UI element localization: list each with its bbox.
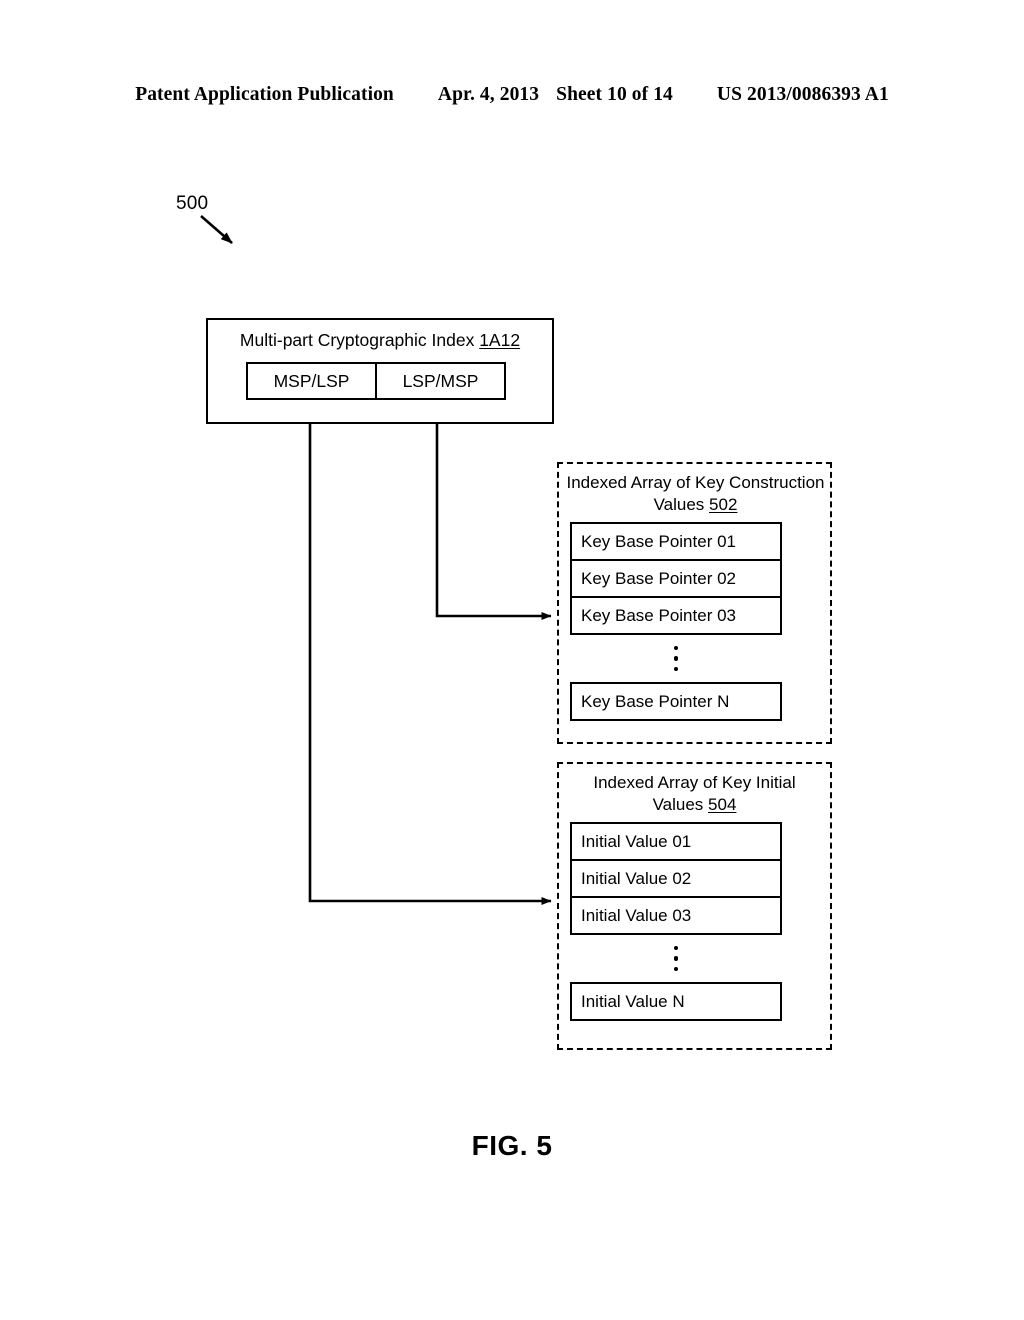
- key-initial-vertical-ellipsis-icon: [570, 935, 782, 982]
- initial-value-01-cell: Initial Value 01: [570, 822, 782, 861]
- ellipsis-dot: [673, 666, 679, 672]
- crypto-part-msp-lsp: MSP/LSP: [246, 362, 377, 400]
- key-construction-ref-number: 502: [709, 495, 738, 514]
- indexed-array-of-key-initial-values-group: Indexed Array of Key Initial Values 504 …: [557, 762, 832, 1050]
- key-construction-title-line2: Values: [653, 495, 710, 514]
- key-initial-cell-stack: Initial Value 01 Initial Value 02 Initia…: [570, 822, 782, 1021]
- connector-lsp-msp-to-key-construction: [435, 398, 552, 620]
- key-initial-ref-number: 504: [708, 795, 737, 814]
- crypto-index-ref-number: 1A12: [479, 330, 521, 350]
- ellipsis-dot: [673, 656, 679, 661]
- multi-part-cryptographic-index-box: Multi-part Cryptographic Index 1A12 MSP/…: [206, 318, 554, 424]
- initial-value-03-cell: Initial Value 03: [570, 896, 782, 935]
- crypto-index-parts-row: MSP/LSP LSP/MSP: [246, 362, 506, 400]
- initial-value-n-cell: Initial Value N: [570, 982, 782, 1021]
- figure-caption: FIG. 5: [471, 1130, 553, 1161]
- connector-msp-lsp-to-key-initial: [308, 398, 552, 905]
- figure-500-diagram: 500 Multi-part Cryptographic Index 1A12 …: [0, 0, 1024, 1320]
- key-initial-array-title: Indexed Array of Key Initial Values 504: [559, 772, 830, 816]
- key-base-pointer-01-cell: Key Base Pointer 01: [570, 522, 782, 561]
- indexed-array-of-key-construction-values-group: Indexed Array of Key Construction Values…: [557, 462, 832, 744]
- ellipsis-dot: [673, 956, 679, 961]
- key-base-pointer-03-cell: Key Base Pointer 03: [570, 596, 782, 635]
- crypto-index-title-text: Multi-part Cryptographic Index: [239, 330, 480, 350]
- figure-reference-500: 500: [176, 193, 209, 214]
- key-construction-vertical-ellipsis-icon: [570, 635, 782, 682]
- multi-part-cryptographic-index-title: Multi-part Cryptographic Index 1A12: [208, 330, 552, 351]
- ellipsis-dot: [673, 645, 679, 651]
- crypto-part-lsp-msp: LSP/MSP: [375, 362, 506, 400]
- ref-500-leader-arrow: [200, 215, 233, 244]
- key-construction-array-title: Indexed Array of Key Construction Values…: [558, 472, 833, 516]
- ellipsis-dot: [673, 966, 679, 972]
- key-initial-title-line2: Values: [652, 795, 709, 814]
- initial-value-02-cell: Initial Value 02: [570, 859, 782, 898]
- key-base-pointer-n-cell: Key Base Pointer N: [570, 682, 782, 721]
- key-construction-cell-stack: Key Base Pointer 01 Key Base Pointer 02 …: [570, 522, 782, 721]
- ellipsis-dot: [673, 945, 679, 951]
- key-construction-title-line1: Indexed Array of Key Construction: [566, 473, 825, 492]
- key-initial-title-line1: Indexed Array of Key Initial: [593, 773, 796, 792]
- connector-layer: [200, 215, 552, 905]
- key-base-pointer-02-cell: Key Base Pointer 02: [570, 559, 782, 598]
